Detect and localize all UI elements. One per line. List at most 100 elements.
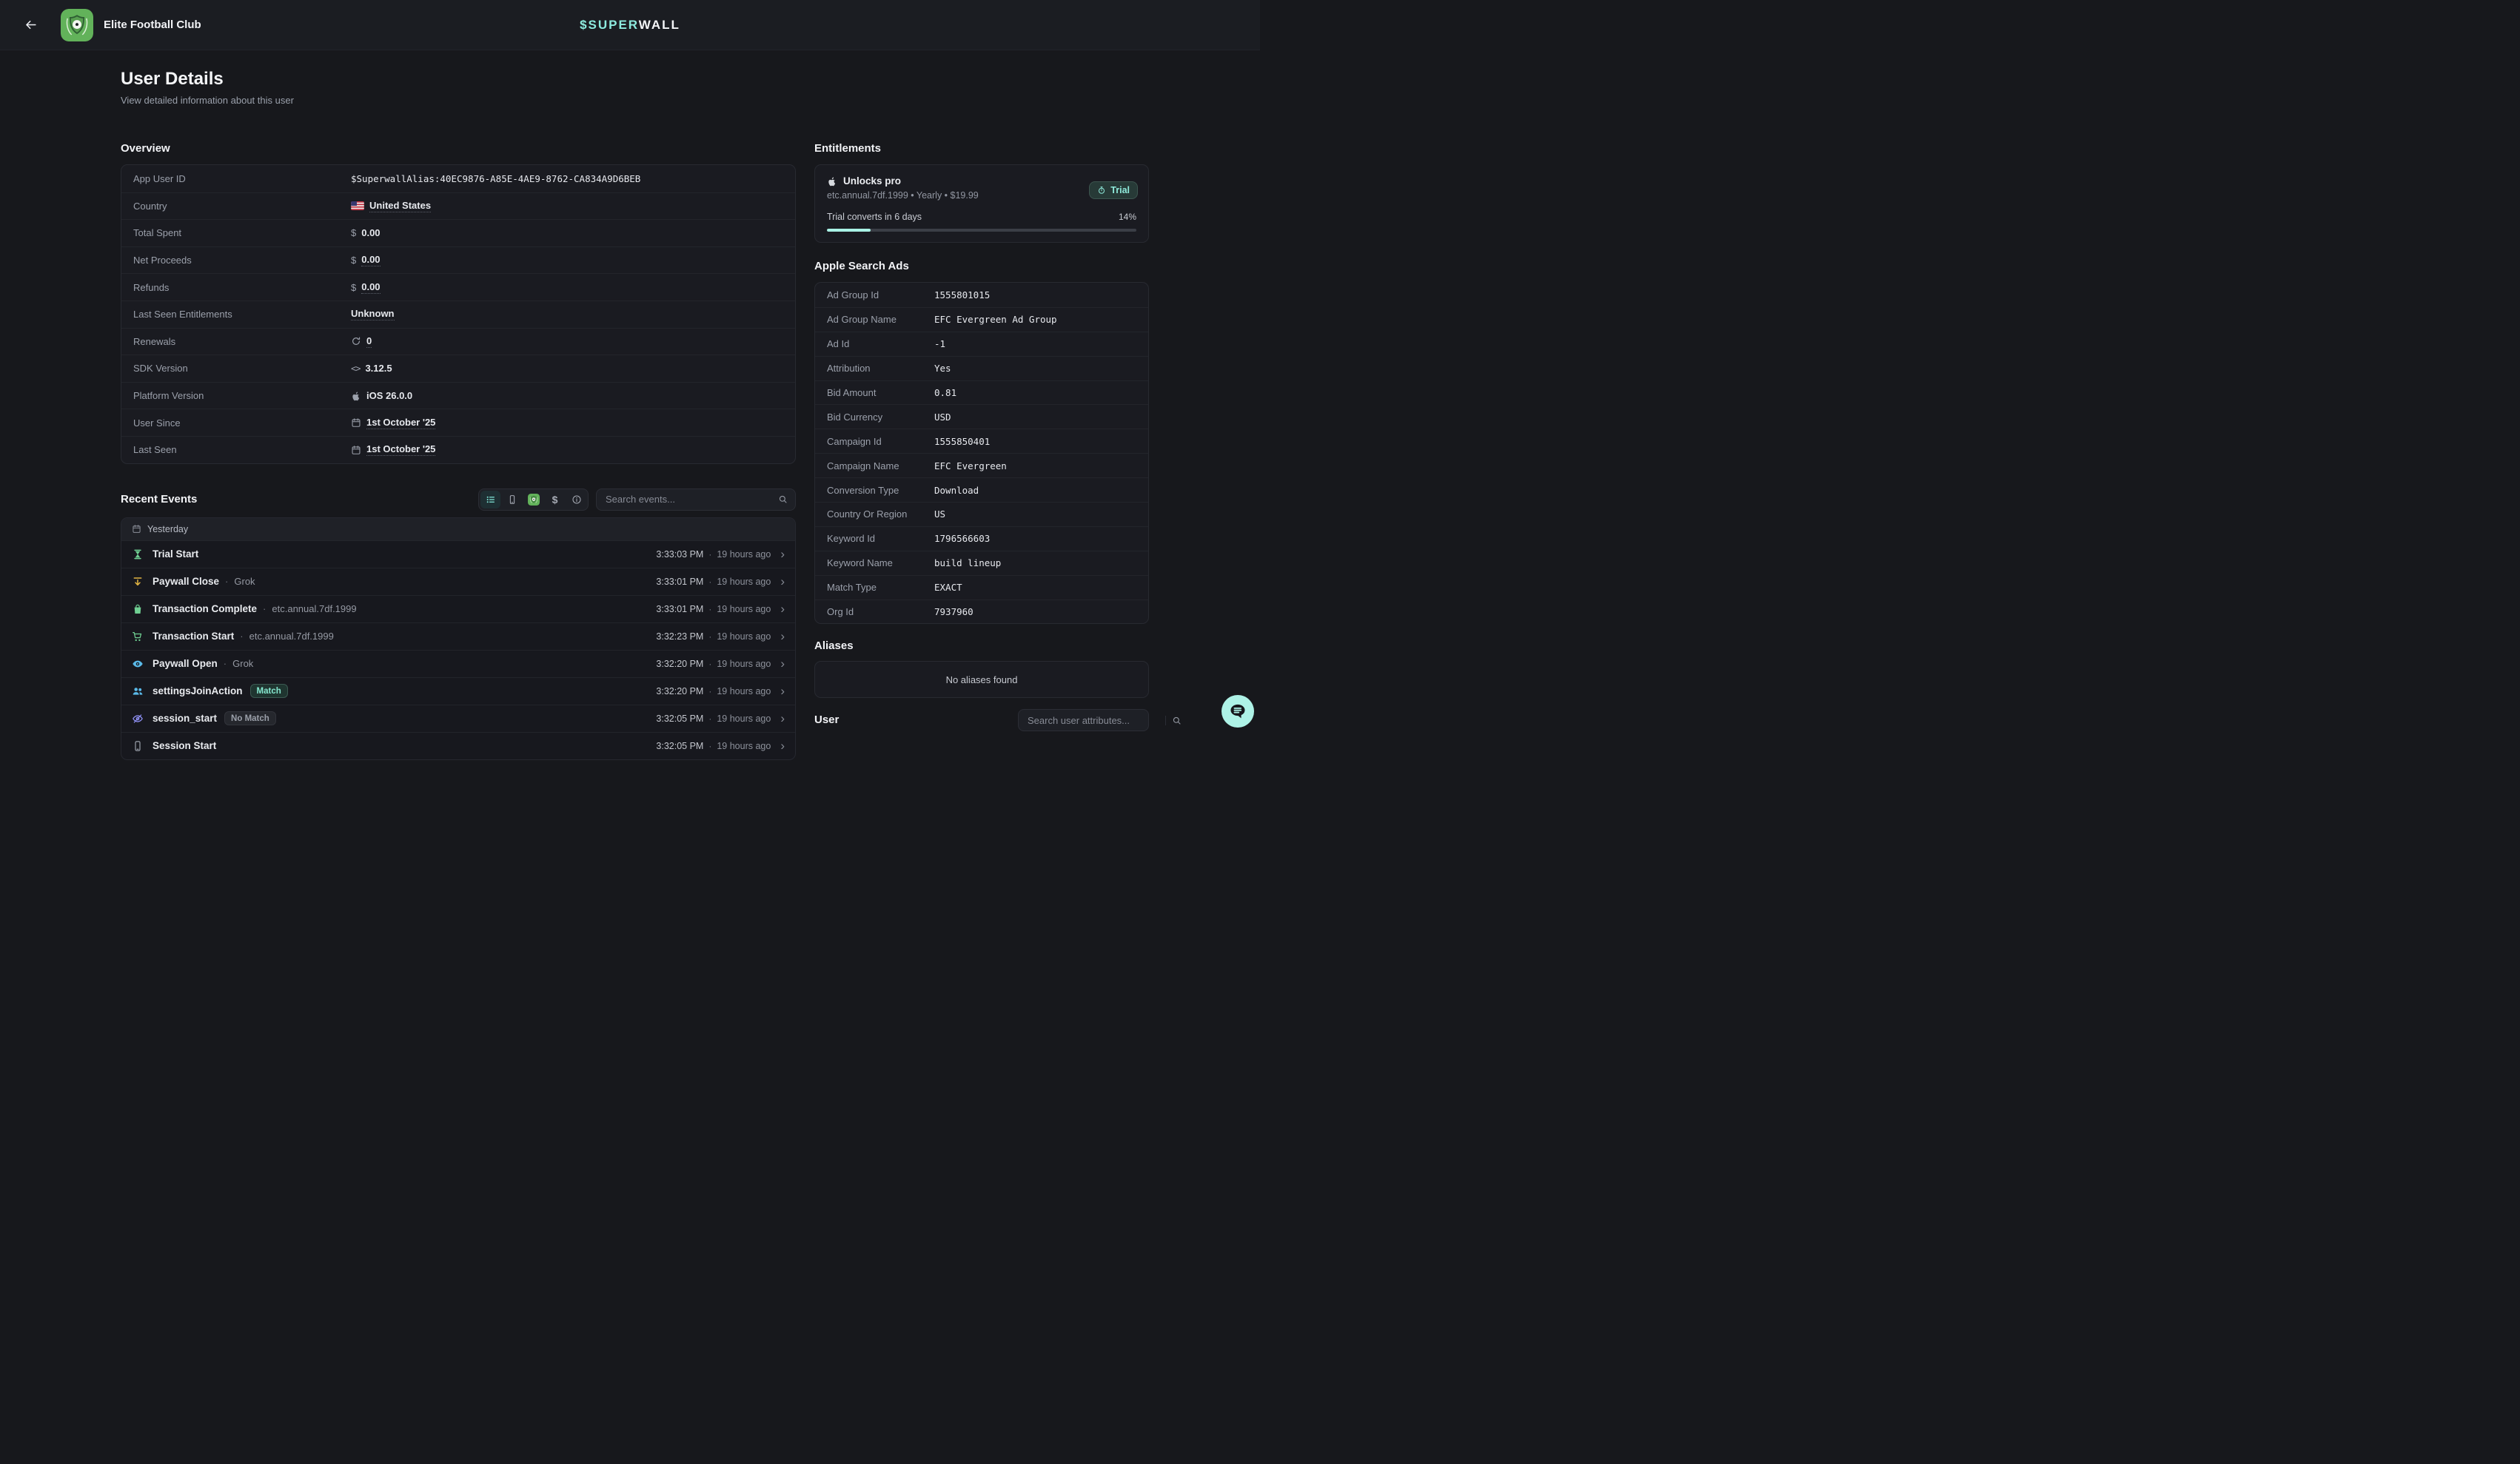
dollar-icon: $ (351, 255, 356, 266)
table-row: Last Seen Entitlements Unknown (121, 300, 795, 328)
arrow-down-icon (132, 576, 144, 588)
chevron-right-icon: › (780, 712, 785, 725)
chat-bubble-icon (1228, 702, 1247, 721)
events-list: Yesterday Trial Start 3:33:03 PM ·19 hou… (121, 517, 796, 760)
table-row: Match TypeEXACT (815, 575, 1148, 600)
trial-percent: 14% (1119, 212, 1136, 222)
table-row: User Since 1st October '25 (121, 409, 795, 436)
refunds-value[interactable]: 0.00 (361, 281, 380, 294)
table-row: Refunds $ 0.00 (121, 273, 795, 300)
net-proceeds-value[interactable]: 0.00 (361, 254, 380, 266)
chat-support-button[interactable] (1222, 695, 1254, 728)
top-bar: Elite Football Club $SUPERWALL (0, 0, 1260, 50)
overview-table: App User ID $SuperwallAlias:40EC9876-A85… (121, 164, 796, 464)
user-attributes-search (1018, 709, 1149, 731)
page-title: User Details (121, 68, 796, 90)
app-name: Elite Football Club (104, 19, 201, 31)
user-attributes-search-input[interactable] (1026, 714, 1159, 727)
event-row[interactable]: Transaction Complete ·etc.annual.7df.199… (121, 595, 795, 622)
last-seen-value[interactable]: 1st October '25 (366, 443, 435, 456)
list-icon (486, 494, 496, 505)
no-aliases-text: No aliases found (946, 674, 1018, 685)
recent-events-heading: Recent Events (121, 493, 197, 506)
filter-device-button[interactable] (502, 491, 522, 508)
filter-info-button[interactable] (566, 491, 586, 508)
apple-search-ads-heading: Apple Search Ads (814, 260, 1149, 273)
search-icon (1172, 716, 1182, 725)
user-since-value[interactable]: 1st October '25 (366, 417, 435, 429)
us-flag-icon (351, 201, 364, 210)
eye-off-icon (132, 713, 144, 725)
table-row: Platform Version iOS 26.0.0 (121, 382, 795, 409)
match-badge: Match (250, 684, 288, 698)
last-seen-entitlements-value[interactable]: Unknown (351, 308, 395, 320)
info-icon (572, 494, 582, 505)
user-heading: User (814, 713, 839, 727)
app-crest-icon (528, 494, 540, 506)
chevron-right-icon: › (780, 575, 785, 588)
platform-version-value: iOS 26.0.0 (366, 390, 412, 401)
filter-app-button[interactable] (523, 491, 543, 508)
country-value[interactable]: United States (369, 200, 431, 212)
events-search (596, 488, 796, 511)
table-row: AttributionYes (815, 356, 1148, 380)
table-row: SDK Version <> 3.12.5 (121, 355, 795, 382)
page-subtitle: View detailed information about this use… (121, 95, 796, 107)
filter-list-button[interactable] (480, 491, 500, 508)
apple-search-ads-table: Ad Group Id1555801015 Ad Group NameEFC E… (814, 282, 1149, 624)
device-icon (507, 494, 517, 505)
event-row[interactable]: Transaction Start ·etc.annual.7df.1999 3… (121, 622, 795, 650)
entitlement-name: Unlocks pro (843, 175, 901, 187)
dollar-icon: $ (552, 494, 558, 506)
event-row[interactable]: session_start No Match 3:32:05 PM ·19 ho… (121, 705, 795, 732)
table-row: Net Proceeds $ 0.00 (121, 246, 795, 274)
events-search-input[interactable] (604, 493, 778, 506)
table-row: Total Spent $ 0.00 (121, 219, 795, 246)
search-icon (778, 494, 788, 504)
calendar-icon (351, 417, 361, 428)
events-filter-toolbar: $ (478, 488, 589, 511)
trial-badge: Trial (1089, 181, 1138, 199)
renewals-value[interactable]: 0 (366, 335, 372, 348)
apple-icon (827, 176, 837, 187)
table-row: Country United States (121, 192, 795, 220)
table-row: Keyword Namebuild lineup (815, 551, 1148, 575)
chevron-right-icon: › (780, 602, 785, 615)
back-button[interactable] (19, 14, 41, 36)
trial-progress-bar (827, 229, 1136, 232)
timer-icon (1097, 186, 1106, 195)
aliases-heading: Aliases (814, 639, 1149, 653)
table-row: Ad Group Id1555801015 (815, 283, 1148, 307)
table-row: Keyword Id1796566603 (815, 526, 1148, 551)
table-row: Ad Id-1 (815, 332, 1148, 356)
sdk-version-value: 3.12.5 (365, 363, 392, 374)
chevron-right-icon: › (780, 739, 785, 752)
chevron-right-icon: › (780, 657, 785, 670)
event-row[interactable]: Paywall Open ·Grok 3:32:20 PM ·19 hours … (121, 650, 795, 677)
code-icon: <> (351, 363, 360, 374)
event-row[interactable]: Paywall Close ·Grok 3:33:01 PM ·19 hours… (121, 568, 795, 595)
table-row: Campaign NameEFC Evergreen (815, 453, 1148, 477)
events-group-header: Yesterday (121, 518, 795, 541)
table-row: Last Seen 1st October '25 (121, 436, 795, 463)
trial-converts-text: Trial converts in 6 days (827, 212, 922, 222)
dollar-icon: $ (351, 227, 356, 238)
app-user-id-value: $SuperwallAlias:40EC9876-A85E-4AE9-8762-… (351, 173, 640, 184)
phone-icon (132, 740, 144, 752)
table-row: Renewals 0 (121, 328, 795, 355)
total-spent-value: 0.00 (361, 227, 380, 238)
event-row[interactable]: Trial Start 3:33:03 PM ·19 hours ago › (121, 541, 795, 568)
aliases-empty-card: No aliases found (814, 661, 1149, 698)
table-row: App User ID $SuperwallAlias:40EC9876-A85… (121, 165, 795, 192)
calendar-icon (351, 445, 361, 455)
shopping-cart-icon (132, 631, 144, 642)
table-row: Bid CurrencyUSD (815, 404, 1148, 429)
event-row[interactable]: settingsJoinAction Match 3:32:20 PM ·19 … (121, 677, 795, 705)
trial-progress-fill (827, 229, 871, 232)
table-row: Campaign Id1555850401 (815, 429, 1148, 453)
chevron-right-icon: › (780, 685, 785, 697)
filter-revenue-button[interactable]: $ (545, 491, 565, 508)
table-row: Bid Amount0.81 (815, 380, 1148, 405)
event-row[interactable]: Session Start 3:32:05 PM ·19 hours ago › (121, 732, 795, 759)
users-icon (132, 685, 144, 697)
